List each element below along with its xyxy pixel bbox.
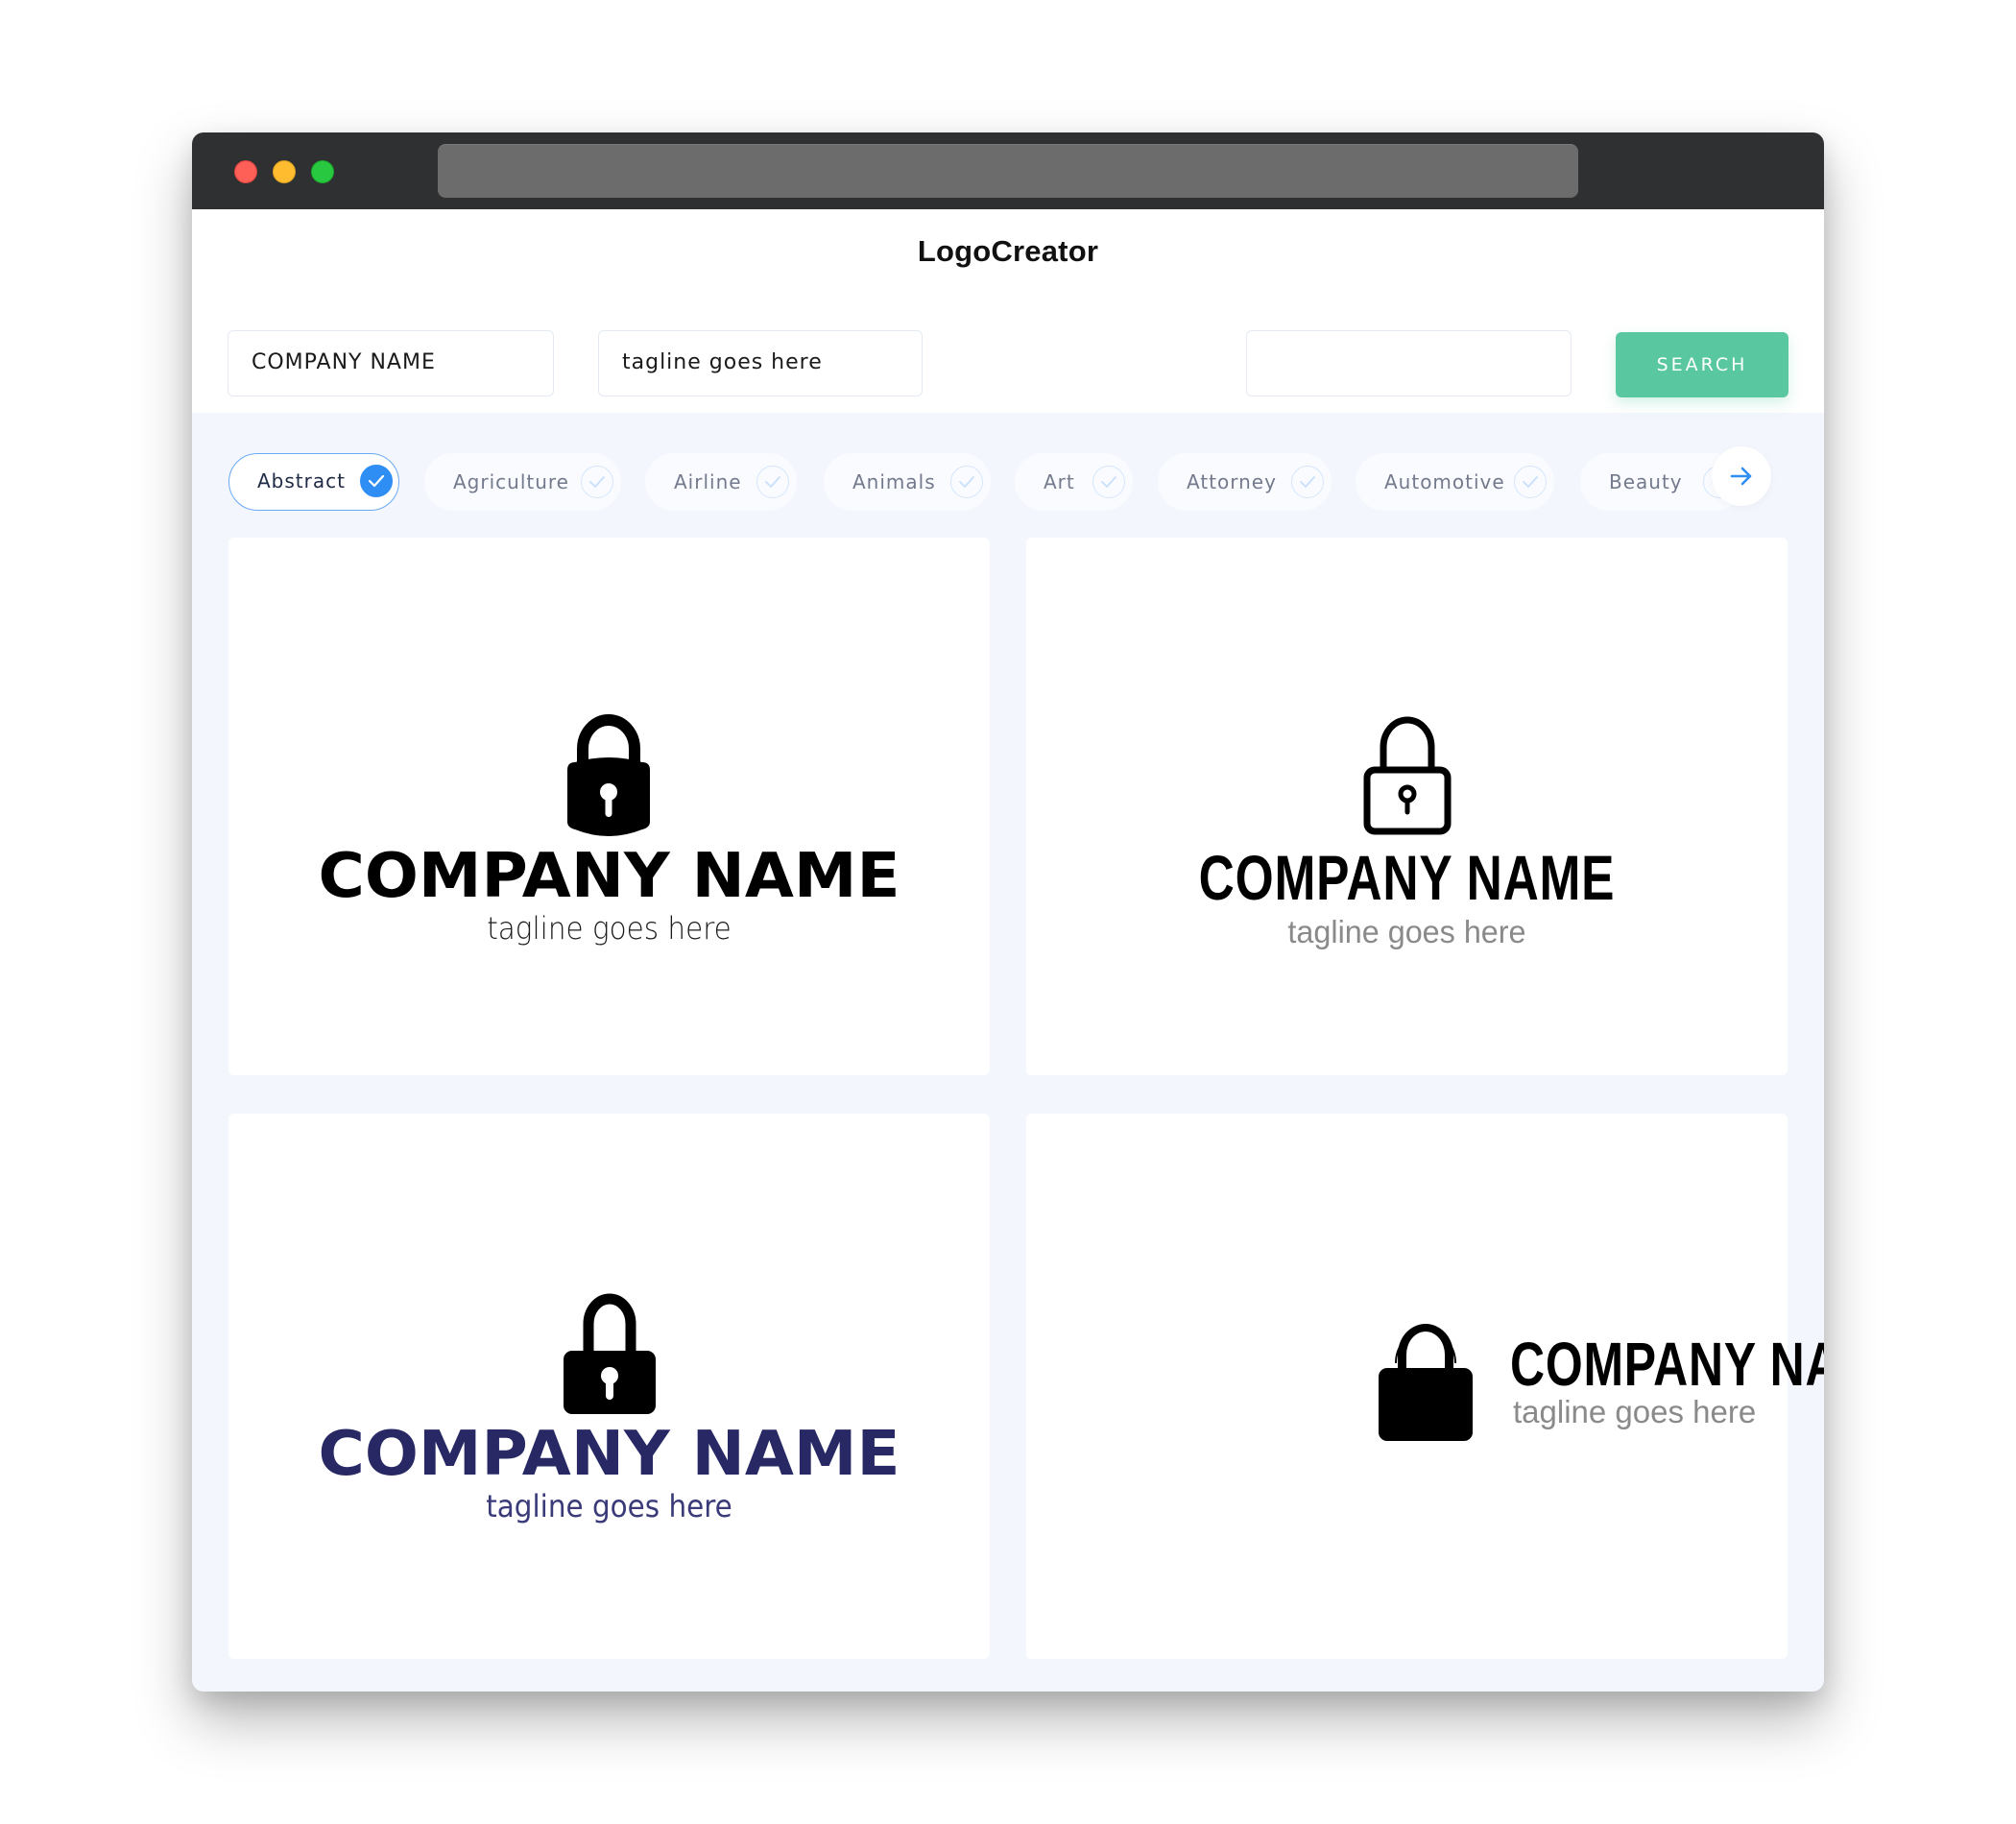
logo-tagline: tagline goes here	[486, 1488, 732, 1524]
chip-label: Beauty	[1609, 470, 1683, 493]
category-chip-automotive[interactable]: Automotive	[1356, 453, 1554, 511]
check-icon	[756, 466, 789, 498]
padlock-solid-icon	[564, 1293, 656, 1414]
check-icon	[581, 466, 613, 498]
logo-company-name: COMPANY NAME	[318, 1419, 900, 1490]
close-window-button[interactable]	[234, 160, 257, 183]
chip-label: Abstract	[257, 469, 346, 492]
check-icon	[1092, 466, 1125, 498]
check-icon	[1291, 466, 1324, 498]
title-bar	[192, 132, 1824, 209]
chip-label: Art	[1044, 470, 1075, 493]
category-chip-abstract[interactable]: Abstract	[228, 453, 399, 511]
check-icon	[950, 466, 983, 498]
logo-card[interactable]: COMPANY NAME tagline goes here	[228, 538, 990, 1075]
logo-card[interactable]: COMPANY NAME tagline goes here	[228, 1114, 990, 1659]
category-chip-list: Abstract Agriculture Airline Animals Art…	[192, 413, 1766, 528]
arrow-right-icon	[1730, 467, 1752, 486]
category-chip-airline[interactable]: Airline	[645, 453, 797, 511]
logo-company-name: COMPANY NAME	[1510, 1330, 1824, 1399]
logo-card[interactable]: COMPANY NAME tagline goes here	[1026, 538, 1788, 1075]
app-header: LogoCreator	[192, 209, 1824, 307]
logo-company-name: COMPANY NAME	[1198, 842, 1616, 913]
chip-label: Automotive	[1384, 470, 1505, 493]
address-bar[interactable]	[438, 144, 1578, 198]
category-chip-art[interactable]: Art	[1015, 453, 1133, 511]
chip-label: Attorney	[1187, 470, 1277, 493]
check-icon	[1514, 466, 1547, 498]
next-categories-button[interactable]	[1712, 446, 1771, 506]
category-chip-agriculture[interactable]: Agriculture	[424, 453, 621, 511]
category-filter-bar: Abstract Agriculture Airline Animals Art…	[192, 413, 1824, 528]
keyword-input[interactable]	[1246, 330, 1572, 396]
padlock-filled-icon	[1379, 1324, 1473, 1441]
tagline-input[interactable]: tagline goes here	[598, 330, 923, 396]
logo-card[interactable]: COMPANY NAME tagline goes here	[1026, 1114, 1824, 1659]
app-title: LogoCreator	[917, 234, 1099, 268]
chip-label: Animals	[852, 470, 936, 493]
chip-label: Agriculture	[453, 470, 569, 493]
category-chip-attorney[interactable]: Attorney	[1158, 453, 1332, 511]
chip-label: Airline	[674, 470, 742, 493]
company-name-input[interactable]: COMPANY NAME	[228, 330, 554, 396]
category-chip-animals[interactable]: Animals	[824, 453, 991, 511]
logo-company-name: COMPANY NAME	[318, 841, 900, 912]
maximize-window-button[interactable]	[311, 160, 334, 183]
search-bar: COMPANY NAME tagline goes here SEARCH	[192, 307, 1824, 413]
check-icon	[360, 465, 393, 497]
minimize-window-button[interactable]	[273, 160, 296, 183]
logo-tagline: tagline goes here	[487, 910, 732, 947]
search-button[interactable]: SEARCH	[1616, 332, 1788, 397]
logo-tagline: tagline goes here	[1287, 914, 1526, 949]
browser-window: LogoCreator COMPANY NAME tagline goes he…	[192, 132, 1824, 1692]
padlock-outline-icon	[1363, 716, 1452, 835]
padlock-solid-icon	[567, 714, 650, 836]
logo-tagline: tagline goes here	[1513, 1394, 1757, 1429]
